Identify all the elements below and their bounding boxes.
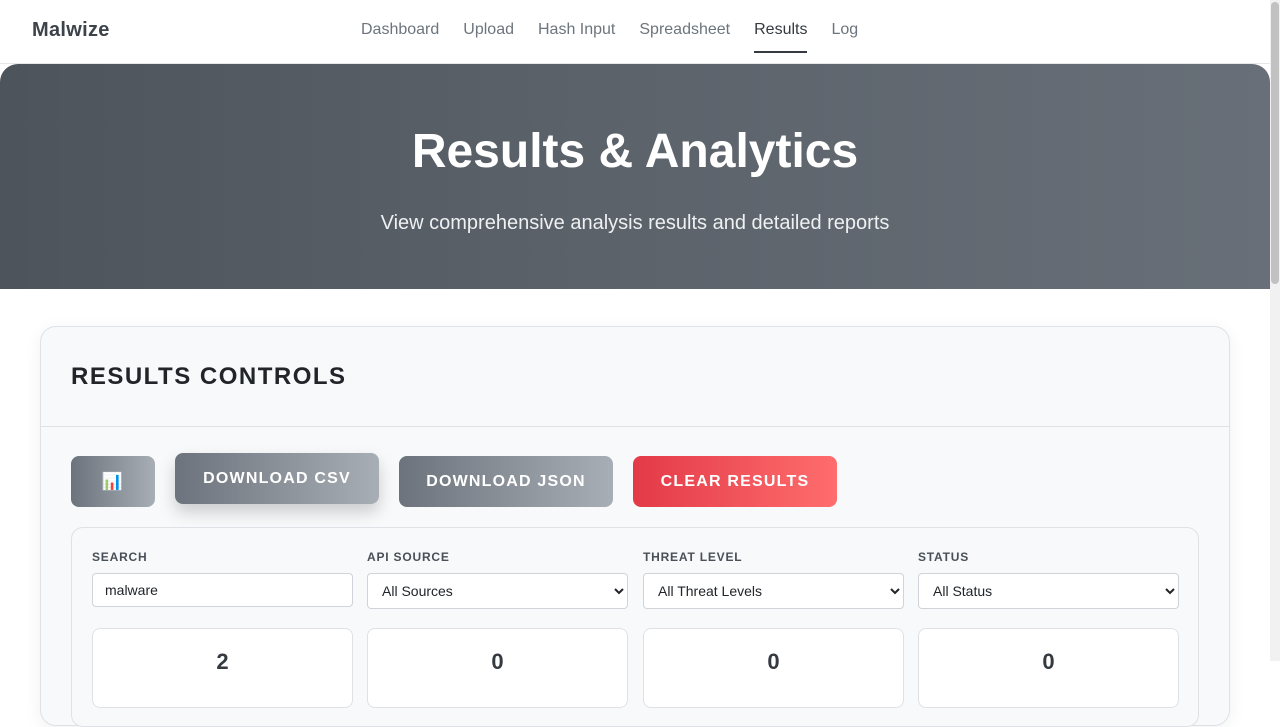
stat-card-total: 2 (92, 628, 353, 708)
download-json-button[interactable]: DOWNLOAD JSON (399, 456, 613, 507)
download-csv-button[interactable]: DOWNLOAD CSV (175, 453, 379, 504)
stat-value: 0 (491, 649, 504, 674)
chart-button[interactable]: 📊 (71, 456, 155, 507)
stat-card-3: 0 (643, 628, 904, 708)
clear-results-button[interactable]: CLEAR RESULTS (633, 456, 837, 507)
page-scrollbar[interactable] (1270, 0, 1280, 661)
search-input[interactable] (92, 573, 353, 607)
nav-link-dashboard[interactable]: Dashboard (349, 0, 451, 53)
nav-link-hash-input[interactable]: Hash Input (526, 0, 627, 53)
api-source-filter: API SOURCE All Sources (367, 550, 628, 609)
threat-level-label: THREAT LEVEL (643, 550, 743, 564)
status-select[interactable]: All Status (918, 573, 1179, 609)
stat-card-4: 0 (918, 628, 1179, 708)
filters-panel: SEARCH API SOURCE All Sources THREAT LEV… (71, 527, 1199, 727)
status-label: STATUS (918, 550, 970, 564)
nav-link-log[interactable]: Log (819, 0, 870, 53)
search-label: SEARCH (92, 550, 148, 564)
scrollbar-thumb[interactable] (1271, 2, 1279, 284)
threat-level-select[interactable]: All Threat Levels (643, 573, 904, 609)
nav-link-spreadsheet[interactable]: Spreadsheet (627, 0, 742, 53)
page-title: Results & Analytics (411, 125, 859, 178)
status-filter: STATUS All Status (918, 550, 1179, 609)
search-filter: SEARCH (92, 550, 353, 607)
api-source-label: API SOURCE (367, 550, 450, 564)
stat-value: 0 (767, 649, 780, 674)
page-subtitle: View comprehensive analysis results and … (380, 212, 890, 234)
stat-card-2: 0 (367, 628, 628, 708)
card-header: RESULTS CONTROLS (41, 327, 1229, 427)
threat-level-filter: THREAT LEVEL All Threat Levels (643, 550, 904, 609)
top-navbar: Malwize Dashboard Upload Hash Input Spre… (0, 0, 1270, 64)
api-source-select[interactable]: All Sources (367, 573, 628, 609)
nav-links: Dashboard Upload Hash Input Spreadsheet … (349, 0, 870, 64)
nav-link-upload[interactable]: Upload (451, 0, 526, 53)
results-controls-title: RESULTS CONTROLS (71, 363, 347, 390)
brand-logo[interactable]: Malwize (32, 19, 110, 42)
stat-value: 0 (1042, 649, 1055, 674)
results-controls-card: RESULTS CONTROLS 📊 DOWNLOAD CSV DOWNLOAD… (40, 326, 1230, 727)
chart-icon: 📊 (101, 471, 125, 491)
nav-link-results[interactable]: Results (742, 0, 819, 53)
hero-banner: Results & Analytics View comprehensive a… (0, 64, 1270, 289)
stat-value: 2 (216, 649, 229, 674)
